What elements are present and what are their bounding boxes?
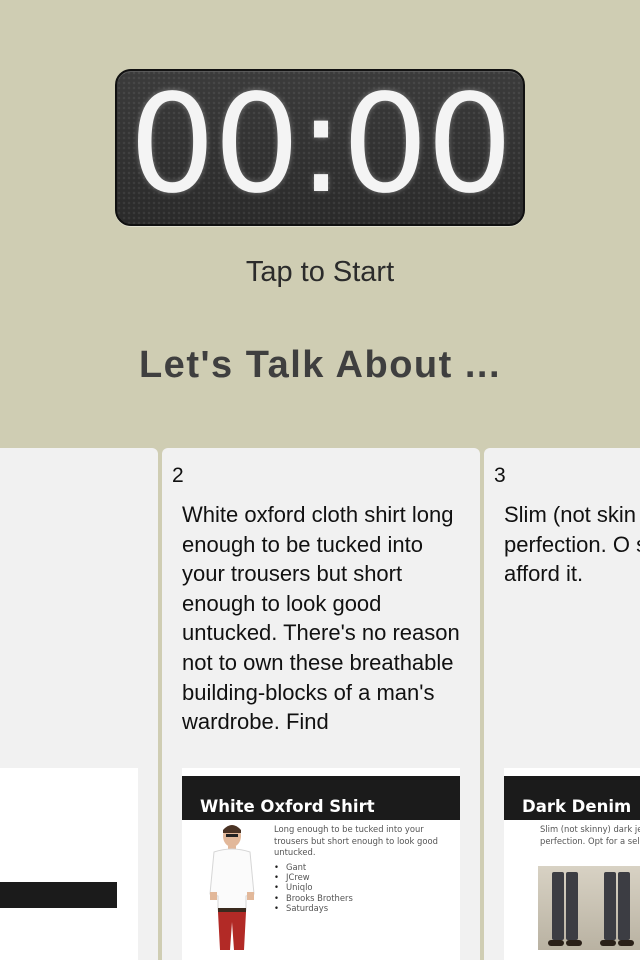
timer-display[interactable]: 00:00 <box>115 69 525 226</box>
brand-item: Uniqlo <box>274 882 353 892</box>
card-text: Slim (not skin jeans tailored perfection… <box>504 502 640 587</box>
topic-card[interactable]: 3 Slim (not skin jeans tailored perfecti… <box>484 448 640 960</box>
topic-cards-carousel[interactable]: r a an 2 White oxford cloth shirt long e… <box>0 448 640 960</box>
card-thumbnail: Dark Denim Slim (not skinny) dark je per… <box>504 768 640 960</box>
thumbnail-brand-list: Gant JCrew Uniqlo Brooks Brothers Saturd… <box>274 862 353 913</box>
tap-to-start-label[interactable]: Tap to Start <box>0 256 640 289</box>
thumbnail-title-line: r a <box>0 818 130 848</box>
topic-card[interactable]: r a an <box>0 448 158 960</box>
shirt-model-image <box>209 825 255 950</box>
card-text: White oxford cloth shirt long enough to … <box>182 502 460 735</box>
thumbnail-description: Long enough to be tucked into your trous… <box>274 824 438 857</box>
jeans-image <box>538 866 640 950</box>
thumbnail-bar <box>0 882 117 908</box>
thumbnail-title: White Oxford Shirt <box>200 797 375 816</box>
section-heading: Let's Talk About ... <box>138 344 502 386</box>
thumbnail-title: r a an <box>0 818 130 878</box>
thumbnail-description: Slim (not skinny) dark je perfection. Op… <box>540 824 640 846</box>
card-number: 2 <box>172 464 184 487</box>
topic-card[interactable]: 2 White oxford cloth shirt long enough t… <box>162 448 480 960</box>
brand-item: JCrew <box>274 872 353 882</box>
brand-item: Gant <box>274 862 353 872</box>
card-thumbnail: r a an <box>0 768 138 960</box>
thumbnail-title: Dark Denim <box>522 797 632 816</box>
brand-item: Saturdays <box>274 903 353 913</box>
thumbnail-title-line: an <box>0 848 130 878</box>
brand-item: Brooks Brothers <box>274 893 353 903</box>
card-number: 3 <box>494 464 506 487</box>
card-thumbnail: White Oxford Shirt Long enough to be tuc… <box>182 768 460 960</box>
timer-digits: 00:00 <box>129 65 513 224</box>
